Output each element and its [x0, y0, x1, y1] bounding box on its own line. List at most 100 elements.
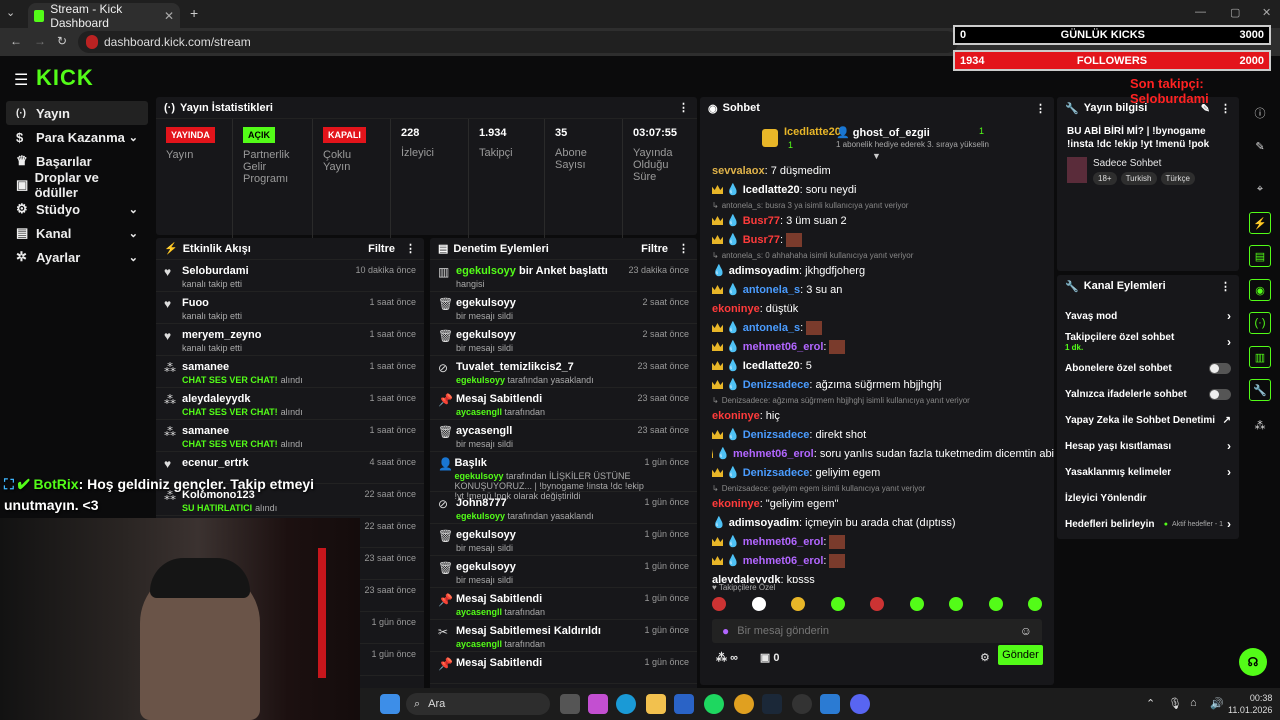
mic-icon[interactable]: ● — [722, 624, 729, 638]
start-icon[interactable] — [380, 694, 400, 714]
tag-chip[interactable]: Türkçe — [1160, 172, 1195, 185]
chat-input[interactable] — [737, 625, 1020, 637]
chat-username[interactable]: mehmet06_erol — [743, 341, 824, 353]
channel-action-item[interactable]: Yavaş mod › — [1057, 303, 1239, 329]
notes-icon[interactable]: ▤ — [1249, 245, 1271, 267]
moderation-item[interactable]: 🗑 egekulsoyy bir mesajı sildi 2 saat önce — [430, 324, 697, 356]
sidebar-item-droplar[interactable]: ▣ Droplar ve ödüller — [6, 170, 148, 200]
activity-user[interactable]: Seloburdami — [182, 265, 249, 277]
chat-message[interactable]: 💧 adimsoyadim: içmeyin bu arada chat (dıp… — [700, 513, 1054, 532]
chat-message[interactable]: 💧 Denizsadece: ağzıma süğrmem hbjjhghj — [700, 375, 1054, 394]
moderation-item[interactable]: 🗑 egekulsoyy bir mesajı sildi 2 saat önce — [430, 292, 697, 324]
moderation-item[interactable]: 🗑 egekulsoyy bir mesajı sildi 1 gün önce — [430, 524, 697, 556]
kicks-balance[interactable]: ⁂ ∞ ▣ 0 — [716, 651, 779, 664]
forward-icon[interactable]: → — [34, 34, 46, 48]
channel-action-item[interactable]: Takipçilere özel sohbet 1 dk. › — [1057, 329, 1239, 355]
toggle-switch[interactable] — [1209, 362, 1231, 374]
chat-username[interactable]: Denizsadece — [743, 429, 810, 441]
chat-username[interactable]: Denizsadece — [743, 379, 810, 391]
broadcast-icon[interactable]: (·) — [1249, 312, 1271, 334]
obs-icon[interactable] — [792, 694, 812, 714]
top-gifter-1[interactable]: Icedlatte20 — [784, 126, 841, 138]
moderation-user[interactable]: Mesaj Sabitlendi — [456, 657, 542, 669]
chat-username[interactable]: sevvalaox — [712, 165, 765, 177]
tag-chip[interactable]: Turkish — [1120, 172, 1157, 185]
tag-chip[interactable]: 18+ — [1093, 172, 1117, 185]
close-window-icon[interactable]: ✕ — [1262, 6, 1271, 19]
maximize-icon[interactable]: ▢ — [1230, 6, 1240, 19]
chat-message[interactable]: 💧 mehmet06_erol: — [700, 532, 1054, 551]
send-button[interactable]: Gönder — [998, 645, 1043, 665]
tab-list-chevron-icon[interactable]: ⌄ — [6, 6, 15, 19]
url-field[interactable]: dashboard.kick.com/stream — [78, 31, 958, 53]
activity-user[interactable]: aleydaleyydk — [182, 393, 303, 405]
clock[interactable]: 00:38 11.01.2026 — [1228, 692, 1272, 716]
moderation-user[interactable]: egekulsoyy — [456, 529, 516, 541]
channel-action-item[interactable]: Yasaklanmış kelimeler › — [1057, 459, 1239, 485]
chat-message[interactable]: 💧 Icedlatte20: soru neydi — [700, 180, 1054, 199]
chat-message[interactable]: ekoninye: hiç — [700, 406, 1054, 425]
emote-button[interactable] — [751, 597, 766, 611]
activity-item[interactable]: ♥ Seloburdami kanalı takip etti 10 dakika ö… — [156, 260, 424, 292]
list-icon[interactable]: ▥ — [1249, 346, 1271, 368]
activity-user[interactable]: meryem_zeyno — [182, 329, 262, 341]
moderation-item[interactable]: 🗑 egekulsoyy bir mesajı sildi 1 gün önce — [430, 556, 697, 588]
channel-action-item[interactable]: Hesap yaşı kısıtlaması › — [1057, 433, 1239, 459]
task-view-icon[interactable] — [560, 694, 580, 714]
moderation-item[interactable]: 🗑 aycasengll bir mesajı sildi 23 saat önce — [430, 420, 697, 452]
chat-username[interactable]: Icedlatte20 — [743, 184, 800, 196]
chat-message[interactable]: 💧 adimsoyadim: jkhgdfjoherg — [700, 261, 1054, 280]
moderation-user[interactable]: Mesaj Sabitlendi — [456, 593, 542, 605]
chat-username[interactable]: ekoninye — [712, 498, 760, 510]
moderation-user[interactable]: Başlık — [454, 457, 486, 469]
chat-message[interactable]: 💧 antonela_s: 3 su an — [700, 280, 1054, 299]
more-icon[interactable]: ⋮ — [405, 242, 416, 255]
chat-username[interactable]: aleydaleyydk — [712, 574, 781, 584]
emote-button[interactable] — [949, 597, 963, 611]
activity-item[interactable]: ⁂ samanee CHAT SES VER CHAT! alındı 1 saat ö… — [156, 356, 424, 388]
emote-button[interactable] — [870, 597, 884, 611]
moderation-user[interactable]: egekulsoyy — [456, 561, 516, 573]
channel-action-item[interactable]: Yapay Zeka ile Sohbet Denetimi ↗ — [1057, 407, 1239, 433]
emote-button[interactable] — [791, 597, 805, 611]
filter-button[interactable]: Filtre — [368, 243, 395, 255]
moderator-name[interactable]: egekulsoyy — [456, 511, 505, 521]
moderator-name[interactable]: aycasengll — [456, 407, 502, 417]
moderation-user[interactable]: Mesaj Sabitlendi — [456, 393, 542, 405]
app-icon[interactable] — [820, 694, 840, 714]
sidebar-item-studyo[interactable]: ⚙ Stüdyo ⌄ — [6, 197, 148, 221]
chat-message[interactable]: sevvalaox: 7 düşmedim — [700, 161, 1054, 180]
moderation-user[interactable]: egekulsoyy — [456, 297, 516, 309]
toggle-switch[interactable] — [1209, 388, 1231, 400]
filter-button[interactable]: Filtre — [641, 243, 668, 255]
activity-item[interactable]: ♥ meryem_zeyno kanalı takip etti 1 saat önc… — [156, 324, 424, 356]
emote-button[interactable] — [909, 597, 924, 611]
more-icon[interactable]: ⋮ — [1035, 102, 1046, 115]
chat-username[interactable]: mehmet06_erol — [743, 536, 824, 548]
emote-button[interactable] — [1028, 597, 1042, 611]
moderation-item[interactable]: ✂ Mesaj Sabitlemesi Kaldırıldı aycasengll … — [430, 620, 697, 652]
moderation-item[interactable]: 👤 Başlık egekulsoyy tarafından İLİŞKİLER Ü… — [430, 452, 697, 501]
emote-button[interactable] — [712, 597, 726, 611]
folder-icon[interactable] — [646, 694, 666, 714]
focus-icon[interactable]: ⌖ — [1249, 178, 1271, 200]
moderation-item[interactable]: 📌 Mesaj Sabitlendi aycasengll tarafından 1 … — [430, 588, 697, 620]
moderator-name[interactable]: egekulsoyy — [456, 375, 505, 385]
chat-username[interactable]: adimsoyadim — [729, 517, 799, 529]
spotify-icon[interactable] — [704, 694, 724, 714]
chat-message[interactable]: ekoninye: düştük — [700, 299, 1054, 318]
moderation-user[interactable]: egekulsoyy — [456, 265, 516, 277]
chat-username[interactable]: mehmet06_erol — [733, 448, 814, 460]
moderation-user[interactable]: Mesaj Sabitlemesi Kaldırıldı — [456, 625, 601, 637]
site-info-icon[interactable] — [86, 35, 98, 49]
emote-button[interactable] — [830, 597, 845, 611]
wrench-icon[interactable]: 🔧 — [1249, 379, 1271, 401]
store-icon[interactable] — [674, 694, 694, 714]
discord-icon[interactable] — [850, 694, 870, 714]
moderation-user[interactable]: egekulsoyy — [456, 329, 516, 341]
minimize-icon[interactable]: — — [1195, 6, 1206, 18]
chat-username[interactable]: Busr77 — [743, 215, 780, 227]
moderation-item[interactable]: ⊘ Tuvalet_temizlikcis2_7 egekulsoyy tarafı… — [430, 356, 697, 388]
chat-username[interactable]: antonela_s — [743, 284, 800, 296]
volume-icon[interactable]: 🔊 — [1210, 697, 1224, 710]
